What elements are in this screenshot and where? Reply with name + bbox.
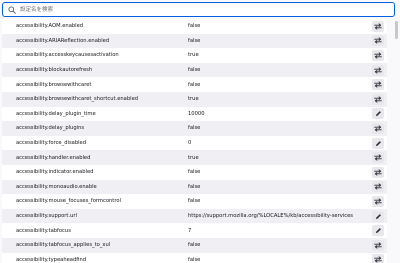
pref-row[interactable]: accessibility.mouse_focuses_formcontrol f… (2, 194, 387, 209)
pref-row[interactable]: accessibility.delay_plugin_time 10000 (2, 106, 387, 122)
pref-name: accessibility.accesskeycausesactivation (16, 52, 119, 59)
pref-name: accessibility.blockautorefresh (16, 67, 93, 74)
toggle-button[interactable] (372, 254, 384, 263)
edit-button[interactable] (372, 225, 384, 237)
edit-button[interactable] (372, 137, 384, 149)
pref-row[interactable]: accessibility.indicator.enabled false (2, 164, 387, 180)
toggle-button[interactable] (372, 195, 384, 207)
pref-value: false (188, 198, 201, 205)
pref-name: accessibility.typeaheadfind (16, 256, 87, 263)
pref-value: 10000 (188, 110, 205, 117)
toggle-button[interactable] (372, 79, 384, 91)
pencil-icon (375, 110, 382, 117)
pref-row[interactable]: accessibility.accesskeycausesactivation t… (2, 48, 387, 63)
scrollbar[interactable] (394, 19, 398, 263)
toggle-icon (374, 23, 382, 30)
toggle-icon (374, 52, 382, 59)
toggle-icon (374, 154, 382, 161)
pref-name: accessibility.mouse_focuses_formcontrol (16, 198, 121, 205)
pref-value: false (188, 125, 201, 132)
pref-value: false (188, 256, 201, 263)
pref-name: accessibility.support.url (16, 213, 77, 220)
pref-row[interactable]: accessibility.blockautorefresh false (2, 62, 387, 78)
toggle-button[interactable] (372, 239, 384, 251)
pref-row[interactable]: accessibility.delay_plugins false (2, 121, 387, 136)
pref-value: false (188, 183, 201, 190)
pref-value: false (188, 169, 201, 176)
toggle-icon (374, 256, 382, 263)
pref-value: 0 (188, 140, 192, 147)
pref-value: false (188, 23, 201, 30)
edit-button[interactable] (372, 108, 384, 120)
pref-row[interactable]: accessibility.ARIAReflection.enabled fals… (2, 33, 387, 49)
toggle-button[interactable] (372, 166, 384, 178)
pref-value: false (188, 67, 201, 74)
pref-value: https://support.mozilla.org/%LOCALE%/kb/… (188, 213, 354, 220)
pref-value: true (188, 96, 199, 103)
pencil-icon (375, 227, 382, 234)
pref-row[interactable]: accessibility.tabfocus_applies_to_xul fal… (2, 237, 387, 253)
about-config-page: accessibility.AOM.enabledfalseaccessibil… (0, 0, 400, 263)
pref-name: accessibility.ARIAReflection.enabled (16, 37, 110, 44)
pref-value: 7 (188, 227, 192, 234)
search-box[interactable] (2, 2, 395, 17)
pref-name: accessibility.force_disabled (16, 140, 87, 147)
pref-name: accessibility.handler.enabled (16, 154, 91, 161)
edit-button[interactable] (372, 210, 384, 222)
pref-row[interactable]: accessibility.force_disabled 0 (2, 135, 387, 151)
pref-value: false (188, 37, 201, 44)
toggle-icon (374, 125, 382, 132)
pref-row[interactable]: accessibility.typeaheadfind false (2, 252, 387, 263)
toggle-button[interactable] (372, 20, 384, 32)
toggle-icon (374, 37, 382, 44)
search-input[interactable] (20, 4, 394, 15)
pref-name: accessibility.delay_plugins (16, 125, 85, 132)
toggle-icon (374, 66, 382, 74)
toggle-button[interactable] (372, 122, 384, 134)
pref-value: true (188, 52, 199, 59)
search-icon (7, 5, 17, 15)
pref-row[interactable]: accessibility.handler.enabled true (2, 150, 387, 165)
toggle-button[interactable] (372, 93, 384, 105)
toggle-button[interactable] (372, 35, 384, 47)
toggle-icon (374, 96, 382, 103)
toggle-icon (374, 198, 382, 205)
pref-name: accessibility.browsewithcaret_shortcut.e… (16, 96, 139, 103)
toggle-button[interactable] (372, 64, 384, 76)
pref-name: accessibility.indicator.enabled (16, 169, 94, 176)
scrollbar-thumb[interactable] (395, 21, 398, 39)
pref-value: false (188, 242, 201, 249)
toggle-button[interactable] (372, 181, 384, 193)
pref-name: accessibility.AOM.enabled (16, 23, 84, 30)
preferences-table: accessibility.AOM.enabled false accessibil… (2, 19, 387, 263)
pref-row[interactable]: accessibility.monoaudio.enable false (2, 179, 387, 195)
pref-value: false (188, 81, 201, 88)
toggle-icon (374, 169, 382, 176)
toggle-icon (374, 81, 382, 88)
toggle-icon (374, 183, 382, 190)
pref-row[interactable]: accessibility.support.url https://support… (2, 208, 387, 224)
toggle-button[interactable] (372, 152, 384, 164)
pref-name: accessibility.monoaudio.enable (16, 183, 97, 190)
pref-row[interactable]: accessibility.browsewithcaret false (2, 77, 387, 92)
pref-row[interactable]: accessibility.tabfocus 7 (2, 223, 387, 238)
pref-value: true (188, 154, 199, 161)
pref-row[interactable]: accessibility.AOM.enabled false (2, 19, 387, 34)
pref-name: accessibility.delay_plugin_time (16, 110, 96, 117)
pencil-icon (375, 213, 382, 220)
toggle-icon (374, 242, 382, 249)
pref-row[interactable]: accessibility.browsewithcaret_shortcut.e… (2, 91, 387, 107)
pref-name: accessibility.tabfocus_applies_to_xul (16, 242, 111, 249)
pencil-icon (375, 140, 382, 147)
pref-name: accessibility.tabfocus (16, 227, 71, 234)
pref-name: accessibility.browsewithcaret (16, 81, 92, 88)
toggle-button[interactable] (372, 49, 384, 61)
